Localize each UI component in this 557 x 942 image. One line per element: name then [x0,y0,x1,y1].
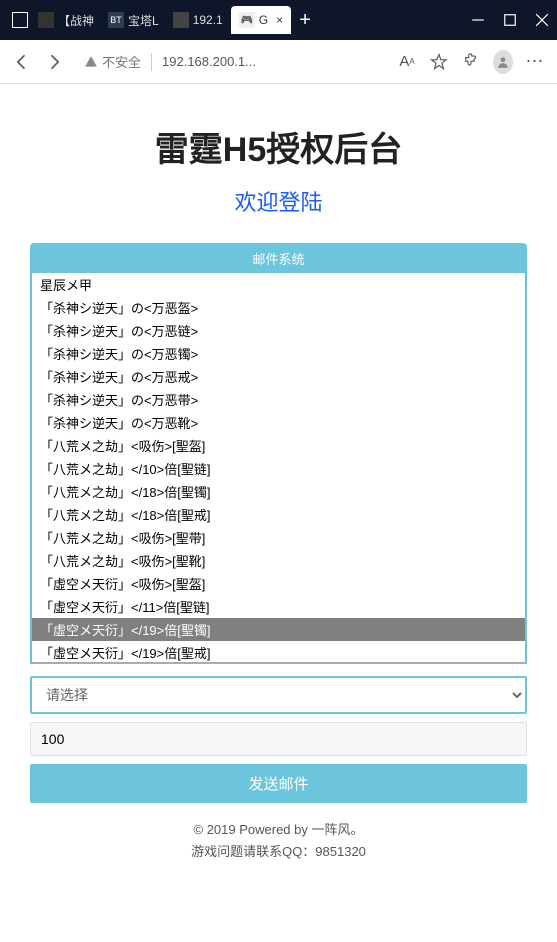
list-item[interactable]: 「八荒メ之劫」<吸伤>[聖靴] [32,549,525,572]
favicon-icon [38,12,54,28]
favicon-icon: BT [108,12,124,28]
browser-tab-active[interactable]: 🎮 G × [231,6,291,34]
list-item[interactable]: 星辰メ甲 [32,273,525,296]
page-footer: © 2019 Powered by 一阵风。 游戏问题请联系QQ：9851320 [30,819,527,863]
close-window-icon[interactable] [535,13,549,27]
list-item[interactable]: 「八荒メ之劫」<吸伤>[聖带] [32,526,525,549]
mail-panel: 邮件系统 星辰メ甲「杀神シ逆天」の<万恶盔>「杀神シ逆天」の<万恶链>「杀神シ逆… [30,243,527,664]
url-text: 192.168.200.1... [162,54,256,69]
list-item[interactable]: 「杀神シ逆天」の<万恶盔> [32,296,525,319]
footer-contact: 游戏问题请联系QQ：9851320 [30,841,527,863]
target-select[interactable]: 请选择 [30,676,527,714]
list-item[interactable]: 「杀神シ逆天」の<万恶镯> [32,342,525,365]
list-item[interactable]: 「八荒メ之劫」</18>倍[聖镯] [32,480,525,503]
list-item[interactable]: 「虛空メ天衍」</19>倍[聖镯] [32,618,525,641]
amount-input[interactable] [30,722,527,756]
list-item[interactable]: 「虛空メ天衍」<吸伤>[聖盔] [32,572,525,595]
list-item[interactable]: 「杀神シ逆天」の<万恶戒> [32,365,525,388]
list-item[interactable]: 「杀神シ逆天」の<万恶链> [32,319,525,342]
new-tab-button[interactable]: + [293,8,317,32]
address-bar[interactable]: 不安全 192.168.200.1... [76,46,385,78]
back-button[interactable] [12,52,32,72]
forward-button[interactable] [44,52,64,72]
browser-titlebar: 【战神 BT 宝塔L 192.1 🎮 G × + [0,0,557,40]
favorites-icon[interactable] [429,52,449,72]
browser-toolbar: 不安全 192.168.200.1... AA ⋯ [0,40,557,84]
menu-icon[interactable]: ⋯ [525,52,545,72]
list-item[interactable]: 「八荒メ之劫」<吸伤>[聖盔] [32,434,525,457]
tab-overview-icon[interactable] [8,8,32,32]
maximize-icon[interactable] [503,13,517,27]
browser-tab[interactable]: 【战神 [32,8,100,33]
close-tab-icon[interactable]: × [276,13,283,27]
list-item[interactable]: 「虛空メ天衍」</11>倍[聖链] [32,595,525,618]
read-aloud-icon[interactable]: AA [397,52,417,72]
list-item[interactable]: 「杀神シ逆天」の<万恶靴> [32,411,525,434]
item-listbox[interactable]: 星辰メ甲「杀神シ逆天」の<万恶盔>「杀神シ逆天」の<万恶链>「杀神シ逆天」の<万… [31,273,526,663]
warning-icon [84,55,98,69]
list-item[interactable]: 「杀神シ逆天」の<万恶带> [32,388,525,411]
panel-header: 邮件系统 [31,244,526,273]
list-item[interactable]: 「八荒メ之劫」</10>倍[聖链] [32,457,525,480]
favicon-icon [173,12,189,28]
browser-tab[interactable]: BT 宝塔L [102,8,165,33]
minimize-icon[interactable] [471,13,485,27]
tab-label: 【战神 [58,12,94,29]
favicon-icon: 🎮 [239,12,255,28]
security-warning: 不安全 [84,52,141,71]
page-title: 雷霆H5授权后台 [30,122,527,171]
browser-tab[interactable]: 192.1 [167,8,229,32]
extensions-icon[interactable] [461,52,481,72]
send-mail-button[interactable]: 发送邮件 [30,764,527,803]
tab-label: G [259,13,268,27]
tab-label: 192.1 [193,13,223,27]
list-item[interactable]: 「八荒メ之劫」</18>倍[聖戒] [32,503,525,526]
profile-icon[interactable] [493,52,513,72]
tab-label: 宝塔L [128,12,159,29]
page-subtitle: 欢迎登陆 [30,185,527,217]
list-item[interactable]: 「虛空メ天衍」</19>倍[聖戒] [32,641,525,663]
footer-copyright: © 2019 Powered by 一阵风。 [30,819,527,841]
